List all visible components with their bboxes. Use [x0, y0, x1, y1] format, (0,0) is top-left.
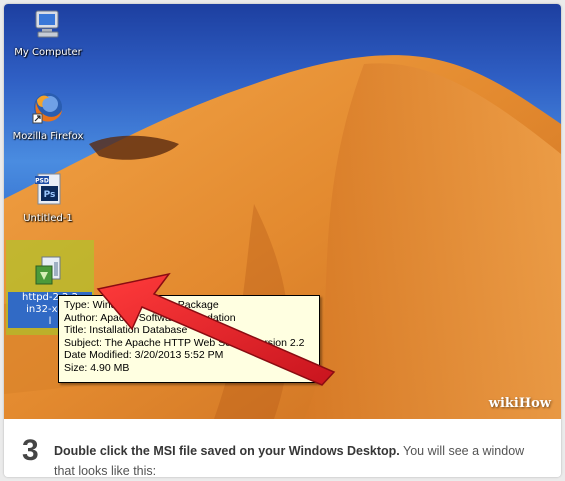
tooltip-title-line: Title: Installation Database	[64, 324, 188, 337]
photoshop-glyph: Ps	[44, 190, 56, 200]
step-number: 3	[22, 434, 39, 467]
desktop-screenshot: My Computer Mozilla Firefox PSD Ps Untit…	[4, 4, 561, 419]
step-description: Double click the MSI file saved on your …	[54, 441, 544, 477]
tooltip-subject-line: Subject: The Apache HTTP Web Server Vers…	[64, 336, 305, 349]
step-caption: 3 Double click the MSI file saved on you…	[4, 419, 561, 477]
firefox-icon	[32, 93, 62, 124]
tooltip-author-line: Author: Apache Software Foundation	[64, 311, 236, 324]
my-computer-icon	[35, 10, 59, 38]
desktop-icon-untitled-psd[interactable]: PSD Ps Untitled-1	[8, 172, 88, 225]
step-bold-text: Double click the MSI file saved on your …	[54, 444, 400, 458]
psd-badge-text: PSD	[35, 178, 49, 185]
file-properties-tooltip: Type: Windows Installer Package Author: …	[58, 295, 320, 383]
desktop-icon-firefox[interactable]: Mozilla Firefox	[8, 90, 88, 143]
step-card: My Computer Mozilla Firefox PSD Ps Untit…	[4, 4, 561, 477]
my-computer-label: My Computer	[14, 47, 82, 58]
tooltip-type-line: Type: Windows Installer Package	[64, 299, 219, 311]
wikihow-watermark: wikiHow	[488, 396, 551, 411]
untitled-psd-label: Untitled-1	[23, 213, 73, 224]
tooltip-date-modified-line: Date Modified: 3/20/2013 5:52 PM	[64, 349, 224, 362]
desktop-icon-my-computer[interactable]: My Computer	[8, 8, 88, 59]
msi-installer-icon	[35, 256, 61, 285]
firefox-label: Mozilla Firefox	[12, 131, 84, 142]
psd-file-icon: PSD Ps	[35, 173, 61, 205]
tooltip-size-line: Size: 4.90 MB	[64, 361, 130, 374]
